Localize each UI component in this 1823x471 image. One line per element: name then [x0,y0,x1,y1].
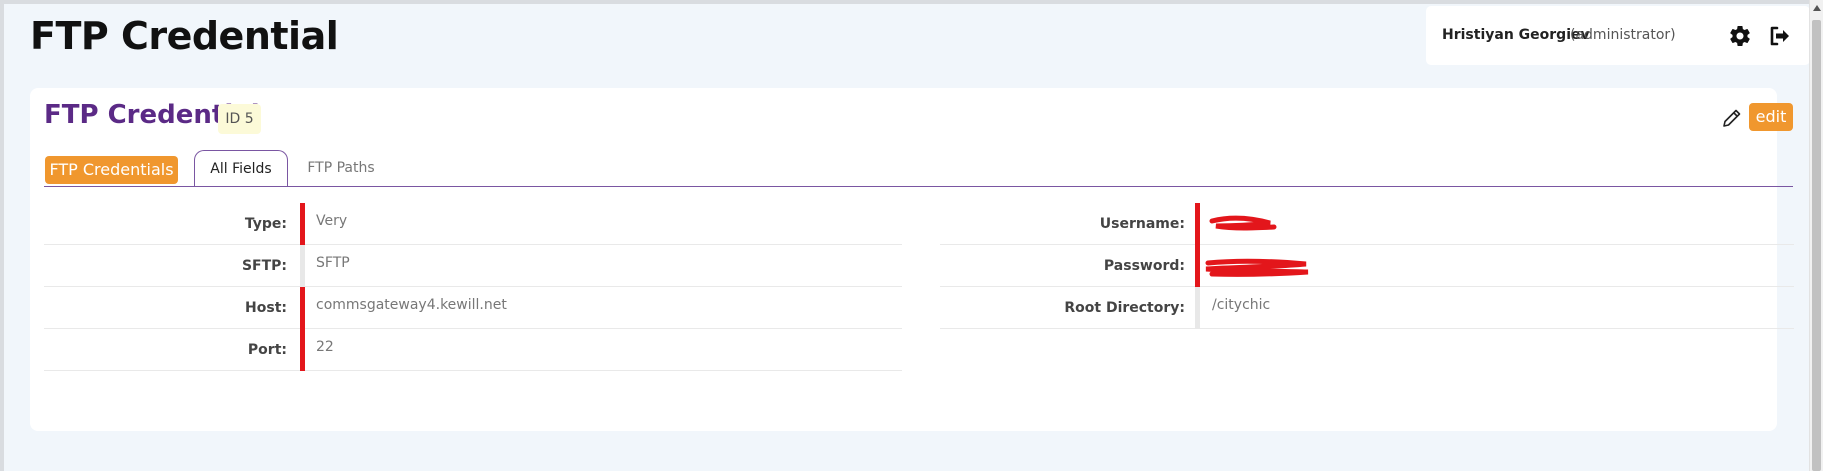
field-label: Port: [247,342,287,358]
scroll-up-arrow-icon[interactable] [1813,5,1821,11]
record-card: FTP Credential ID 5 edit FTP Credentials… [30,88,1794,431]
field-value-host: commsgateway4.kewill.net [316,297,507,313]
gear-icon[interactable] [1728,24,1752,48]
field-label: SFTP: [241,258,287,274]
required-marker [300,329,305,371]
id-badge: ID 5 [218,104,261,134]
tab-all-fields[interactable]: All Fields [194,150,288,187]
field-value-type: Very [316,213,348,229]
field-label: Root Directory: [1064,300,1185,316]
redaction-scribble [1209,215,1277,231]
field-row-sftp: SFTP: SFTP [44,245,902,287]
left-border [0,0,4,471]
field-value-root-directory: /citychic [1212,297,1271,313]
user-role: (administrator) [1570,27,1676,43]
top-border [0,0,1823,4]
required-marker [300,203,305,245]
field-value-port: 22 [316,339,334,355]
field-row-root-directory: Root Directory: /citychic [940,287,1794,329]
vertical-scrollbar[interactable] [1809,0,1823,471]
field-row-password: Password: [940,245,1794,287]
pencil-icon[interactable] [1720,106,1744,130]
page-title: FTP Credential [30,14,339,58]
optional-marker [1195,287,1200,329]
field-label: Host: [245,300,287,316]
required-marker [1195,203,1200,245]
user-panel: Hristiyan Georgiev (administrator) [1426,6,1810,65]
app-root: FTP Credential Hristiyan Georgiev (admin… [0,0,1823,471]
required-marker [300,287,305,329]
field-label: Type: [244,216,287,232]
sign-out-icon[interactable] [1767,24,1791,48]
fields-left-column: Type: Very SFTP: SFTP Host: commsgateway… [44,203,902,371]
field-value-sftp: SFTP [316,255,350,271]
field-label: Username: [1099,216,1185,232]
scrollbar-thumb[interactable] [1812,20,1821,471]
field-row-type: Type: Very [44,203,902,245]
redaction-scribble [1205,258,1309,277]
optional-marker [300,245,305,287]
tab-ftp-paths[interactable]: FTP Paths [296,150,386,187]
field-row-host: Host: commsgateway4.kewill.net [44,287,902,329]
field-label: Password: [1103,258,1185,274]
ftp-credentials-button[interactable]: FTP Credentials [45,156,178,184]
field-row-port: Port: 22 [44,329,902,371]
field-row-username: Username: [940,203,1794,245]
user-name: Hristiyan Georgiev [1442,27,1590,43]
edit-button[interactable]: edit [1749,103,1793,131]
tabs-divider [44,186,1793,187]
fields-right-column: Username: Password: Root Directory: /cit… [940,203,1794,329]
required-marker [1195,245,1200,287]
